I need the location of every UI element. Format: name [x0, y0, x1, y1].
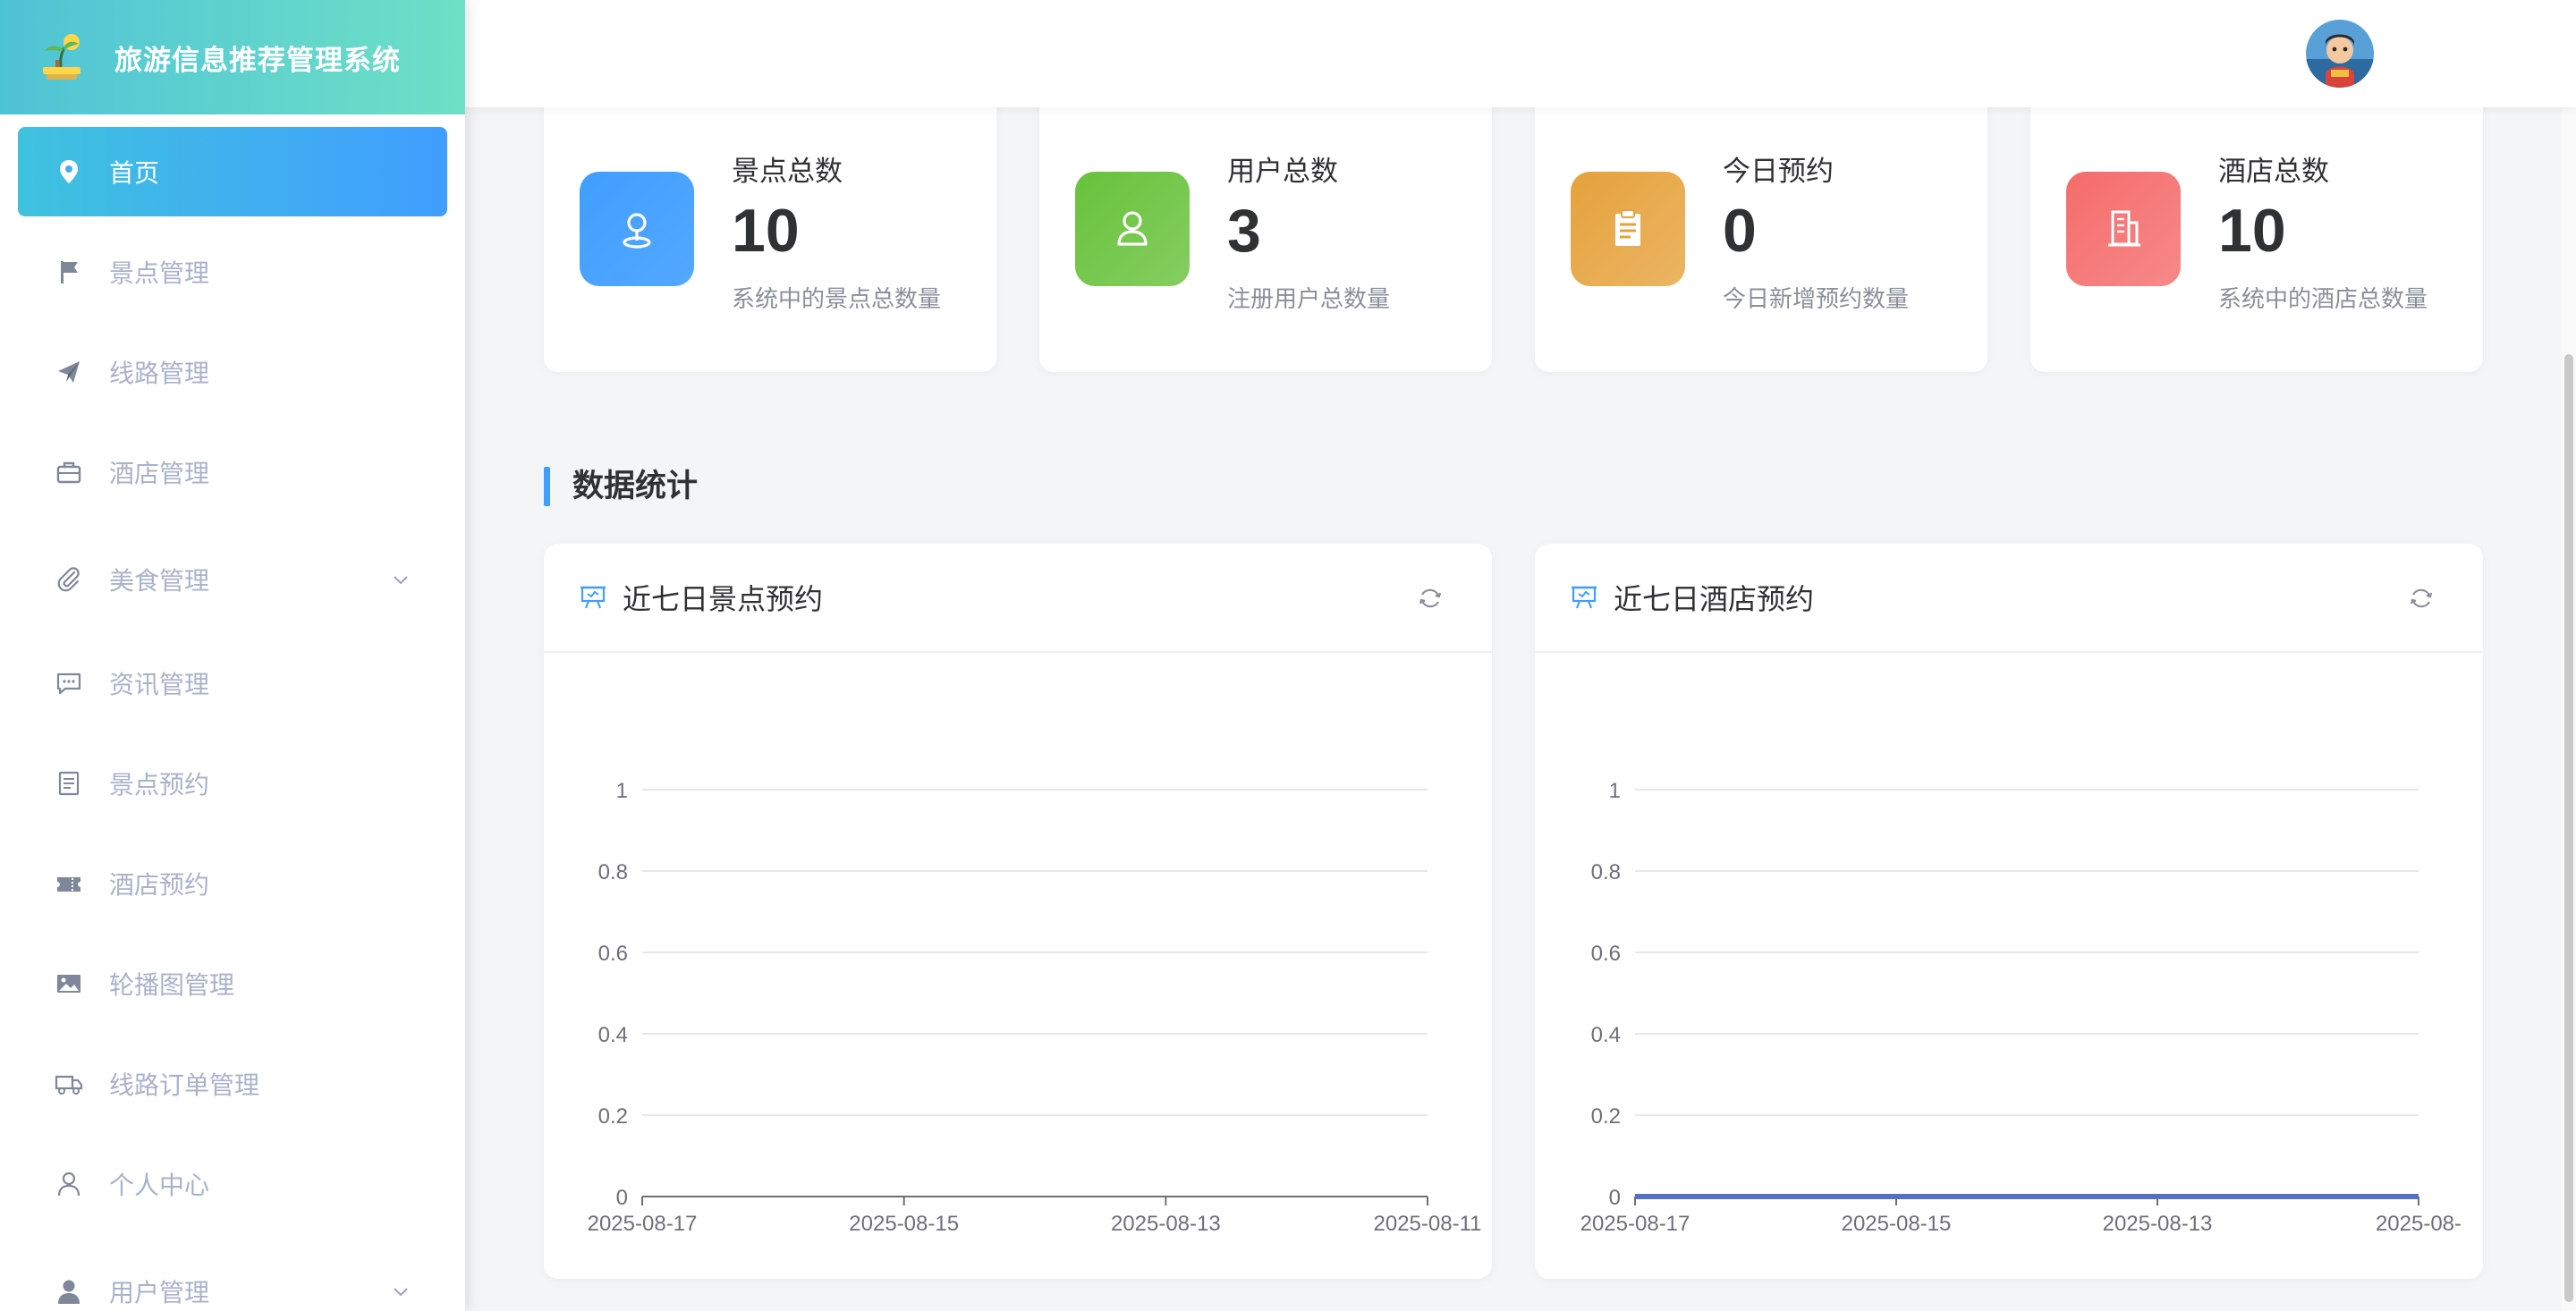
section-accent-bar — [544, 467, 550, 506]
x-tick-label: 2025-08-17 — [588, 1212, 698, 1236]
x-tick-label: 2025-08-11 — [1374, 1212, 1482, 1236]
sidebar-item-label: 美食管理 — [109, 567, 210, 595]
y-tick-label: 0.8 — [1591, 860, 1621, 884]
sidebar-item-label: 首页 — [109, 159, 160, 187]
stat-value: 10 — [2218, 197, 2286, 265]
ticket-icon — [54, 868, 84, 899]
stat-card-today-bookings: 今日预约 0 今日新增预约数量 — [1535, 89, 1987, 372]
island-logo-icon — [43, 34, 80, 80]
line-chart: 0 0.2 0.4 0.6 0.8 1 2025-08-17 2025-08-15 2025-0… — [1580, 779, 2462, 1236]
x-tick-label: 2025-08-17 — [1580, 1212, 1690, 1236]
document-icon — [54, 768, 84, 799]
stat-desc: 注册用户总数量 — [1227, 285, 1391, 312]
user-icon — [54, 1169, 84, 1199]
chart-card-attraction-bookings: 近七日景点预约 0 0.2 0.4 0.6 0.8 1 2025-08-17 2025-08-… — [544, 544, 1492, 1279]
sidebar-item-users[interactable]: 用户管理 — [18, 1247, 447, 1311]
sidebar-item-label: 个人中心 — [109, 1171, 210, 1199]
y-tick-label: 0.4 — [598, 1023, 628, 1047]
x-tick-label: 2025-08-13 — [1111, 1212, 1221, 1236]
chart-card-hotel-bookings: 近七日酒店预约 0 0.2 0.4 0.6 0.8 1 2025-08-17 2025-08-… — [1535, 544, 2483, 1279]
avatar[interactable] — [2306, 20, 2374, 88]
chevron-down-icon[interactable] — [390, 569, 411, 590]
stat-label: 景点总数 — [732, 156, 843, 187]
stat-value: 0 — [1723, 197, 1757, 265]
chevron-down-icon[interactable] — [390, 1281, 411, 1302]
app-title: 旅游信息推荐管理系统 — [114, 44, 401, 76]
stat-desc: 今日新增预约数量 — [1723, 285, 1910, 312]
x-tick-label: 2025-08-15 — [1842, 1212, 1952, 1236]
stat-label: 今日预约 — [1723, 156, 1834, 187]
sidebar-item-label: 景点预约 — [109, 771, 210, 799]
paper-plane-icon — [54, 357, 84, 387]
y-tick-label: 0.6 — [1591, 942, 1621, 966]
stat-card-attractions: 景点总数 10 系统中的景点总数量 — [544, 89, 996, 372]
stat-desc: 系统中的景点总数量 — [732, 285, 942, 312]
clipboard-icon — [1571, 172, 1685, 286]
sidebar-item-label: 资讯管理 — [109, 671, 210, 698]
sidebar-item-hotel-booking[interactable]: 酒店预约 — [18, 839, 447, 928]
stat-value: 3 — [1227, 197, 1261, 265]
paperclip-icon — [54, 564, 84, 595]
sidebar-item-label: 景点管理 — [109, 259, 210, 287]
y-tick-label: 1 — [616, 779, 628, 803]
top-header — [465, 0, 2576, 107]
x-tick-label: 2025-08-15 — [849, 1212, 959, 1236]
chat-icon — [54, 668, 84, 698]
map-pin-icon — [580, 172, 694, 286]
x-tick-label: 2025-08-13 — [2103, 1212, 2213, 1236]
stat-desc: 系统中的酒店总数量 — [2218, 285, 2428, 312]
brand-header[interactable]: 旅游信息推荐管理系统 — [0, 0, 465, 114]
stat-card-hotels: 酒店总数 10 系统中的酒店总数量 — [2030, 89, 2483, 372]
page-scrollbar[interactable] — [2562, 107, 2576, 1311]
y-tick-label: 0.2 — [598, 1104, 628, 1129]
user-filled-icon — [54, 1276, 84, 1307]
user-icon — [1075, 172, 1190, 286]
stat-card-users: 用户总数 3 注册用户总数量 — [1039, 89, 1492, 372]
sidebar-item-label: 轮播图管理 — [109, 971, 235, 999]
sidebar-item-label: 酒店管理 — [109, 460, 210, 487]
y-tick-label: 0.4 — [1591, 1023, 1621, 1047]
picture-icon — [54, 968, 84, 999]
line-chart: 0 0.2 0.4 0.6 0.8 1 2025-08-17 2025-08-15 2025-0… — [588, 779, 1482, 1236]
truck-icon — [54, 1069, 84, 1099]
sidebar-item-profile[interactable]: 个人中心 — [18, 1139, 447, 1229]
sidebar-item-news[interactable]: 资讯管理 — [18, 639, 447, 728]
y-tick-label: 0 — [616, 1186, 628, 1210]
sidebar-item-hotels[interactable]: 酒店管理 — [18, 427, 447, 517]
sidebar-item-route-orders[interactable]: 线路订单管理 — [18, 1039, 447, 1129]
y-tick-label: 0.8 — [598, 860, 628, 884]
sidebar-item-home[interactable]: 首页 — [18, 127, 447, 216]
building-icon — [2066, 172, 2181, 286]
sidebar-item-routes[interactable]: 线路管理 — [18, 327, 447, 417]
sidebar-item-label: 线路管理 — [109, 359, 210, 387]
sidebar-item-food[interactable]: 美食管理 — [18, 535, 447, 624]
briefcase-icon — [54, 457, 84, 487]
sidebar-item-attraction-booking[interactable]: 景点预约 — [18, 739, 447, 828]
avatar-image — [2306, 20, 2374, 88]
location-pin-icon — [54, 156, 84, 187]
stat-value: 10 — [732, 197, 800, 265]
stat-label: 用户总数 — [1227, 156, 1338, 187]
x-tick-label: 2025-08- — [2376, 1212, 2462, 1236]
y-tick-label: 0.2 — [1591, 1104, 1621, 1129]
y-tick-label: 0.6 — [598, 942, 628, 966]
flag-icon — [54, 257, 84, 287]
section-title: 数据统计 — [572, 469, 699, 503]
sidebar-item-carousel[interactable]: 轮播图管理 — [18, 939, 447, 1028]
scrollbar-thumb[interactable] — [2564, 354, 2573, 1302]
sidebar: 旅游信息推荐管理系统 首页 景点管理 线路管理 酒店管理 美食管理 资讯管理 景… — [0, 0, 465, 1311]
stat-label: 酒店总数 — [2218, 156, 2329, 187]
y-tick-label: 0 — [1609, 1186, 1621, 1210]
sidebar-item-label: 线路订单管理 — [109, 1071, 260, 1099]
y-tick-label: 1 — [1609, 779, 1621, 803]
sidebar-item-attractions[interactable]: 景点管理 — [18, 227, 447, 317]
sidebar-item-label: 用户管理 — [109, 1279, 210, 1307]
sidebar-item-label: 酒店预约 — [109, 871, 210, 899]
